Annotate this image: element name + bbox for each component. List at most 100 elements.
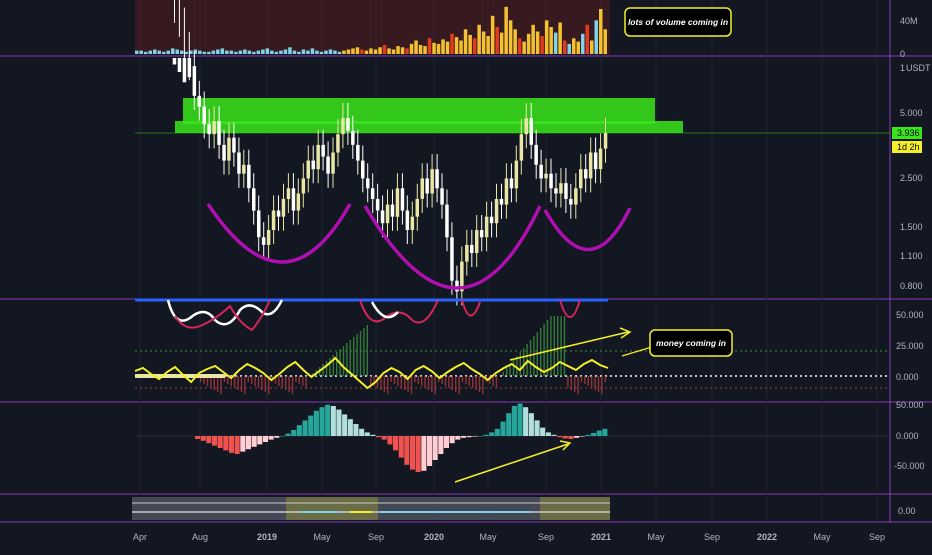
candle-body xyxy=(217,121,221,145)
money-flow-hist-bar xyxy=(370,376,372,384)
macd-bar xyxy=(245,436,251,450)
macd-bar xyxy=(398,436,404,458)
countdown-label: 1d 2h xyxy=(897,142,920,152)
trading-chart[interactable]: lots of volume coming in money coming in… xyxy=(0,0,932,550)
money-flow-hist-bar xyxy=(251,376,253,384)
candle-body xyxy=(306,160,310,179)
price-tick-2-5: 2.500 xyxy=(900,173,923,183)
money-flow-hist-bar xyxy=(244,376,246,394)
money-flow-hist-bar xyxy=(427,376,430,390)
money-flow-hist-bar xyxy=(546,320,549,376)
macd-bar xyxy=(455,436,461,440)
money-flow-hist-bar xyxy=(567,376,569,388)
volume-bar xyxy=(450,33,454,55)
volume-bar xyxy=(144,51,148,55)
macd-bar xyxy=(449,436,455,444)
volume-bar xyxy=(382,45,387,54)
money-flow-hist-bar xyxy=(353,337,355,376)
candle-body xyxy=(534,144,538,165)
volume-bar xyxy=(265,48,270,54)
money-flow-hist-bar xyxy=(217,376,219,392)
volume-bar xyxy=(526,33,531,55)
mf-tick-25: 25.000 xyxy=(896,341,924,351)
volume-bar xyxy=(166,50,170,54)
volume-bar xyxy=(337,51,342,55)
macd-bar xyxy=(262,436,268,442)
volume-bar xyxy=(504,6,508,55)
volume-bar xyxy=(436,43,441,54)
volume-bar xyxy=(549,27,553,54)
macd-bar xyxy=(279,436,285,437)
volume-bar xyxy=(324,50,328,54)
money-flow-hist-bar xyxy=(213,376,215,390)
volume-annotation[interactable]: lots of volume coming in xyxy=(624,7,732,37)
volume-bar xyxy=(576,41,580,54)
volume-bar xyxy=(162,51,166,55)
money-flow-hist-bar xyxy=(295,376,297,382)
candle-body xyxy=(544,173,548,179)
macd-bar xyxy=(206,436,212,444)
candle-body xyxy=(395,188,400,217)
volume-annotation-text: lots of volume coming in xyxy=(628,17,728,27)
price-unit-label: USDT xyxy=(906,63,931,73)
price-tick-1-1: 1.100 xyxy=(900,251,923,261)
volume-bar xyxy=(459,40,463,54)
candle-body xyxy=(385,204,390,224)
macd-tick-50: 50.000 xyxy=(896,400,924,410)
macd-bar xyxy=(364,432,370,436)
candle-body xyxy=(197,95,201,107)
macd-bar xyxy=(545,432,551,436)
money-flow-hist-bar xyxy=(495,376,498,388)
money-flow-hist-bar xyxy=(461,376,464,382)
macd-bar xyxy=(296,425,302,436)
money-flow-hist-bar xyxy=(478,376,481,392)
macd-bar xyxy=(585,434,591,436)
candle-body xyxy=(549,173,553,189)
volume-bar xyxy=(333,50,337,54)
macd-bar xyxy=(376,436,382,438)
volume-bar xyxy=(463,29,468,55)
macd-bar xyxy=(223,436,229,451)
candle-body xyxy=(410,216,415,230)
candle-body xyxy=(257,210,261,238)
macd-bar xyxy=(342,414,348,436)
candle-body xyxy=(361,160,365,179)
candle-body xyxy=(529,118,533,145)
macd-bar xyxy=(200,436,206,441)
volume-bar xyxy=(513,29,517,55)
candle-body xyxy=(286,188,291,199)
volume-bar xyxy=(508,20,513,55)
money-flow-hist-bar xyxy=(451,376,453,390)
volume-bar xyxy=(581,33,585,55)
money-flow-hist-bar xyxy=(424,376,426,388)
money-flow-hist-bar xyxy=(468,376,470,386)
volume-bar xyxy=(139,50,143,54)
candle-body xyxy=(370,188,375,199)
chart-canvas[interactable]: lots of volume coming in money coming in… xyxy=(0,0,932,550)
volume-bar xyxy=(364,50,369,54)
macd-bar xyxy=(562,436,568,439)
macd-bar xyxy=(591,433,597,436)
money-flow-hist-bar xyxy=(397,376,399,386)
volume-tick-0: 0 xyxy=(900,49,905,59)
macd-bar xyxy=(460,436,466,438)
volume-bar xyxy=(387,48,391,54)
volume-bar xyxy=(207,51,211,55)
volume-bar xyxy=(328,49,333,54)
candle-body xyxy=(405,210,410,230)
time-tick: 2021 xyxy=(591,532,611,542)
money-flow-hist-bar xyxy=(305,376,307,388)
money-flow-hist-bar xyxy=(417,376,419,384)
volume-bar xyxy=(378,47,382,55)
money-annotation[interactable]: money coming in xyxy=(649,329,733,357)
candle-body xyxy=(593,152,598,170)
volume-bar xyxy=(599,9,603,54)
candle-body xyxy=(276,210,281,217)
candle-body xyxy=(346,118,350,131)
volume-bar xyxy=(216,49,220,54)
money-flow-hist-bar xyxy=(257,376,260,388)
macd-bar xyxy=(443,436,449,448)
volume-bar xyxy=(135,50,139,54)
candle-body xyxy=(227,137,231,161)
money-flow-hist-bar xyxy=(550,316,552,376)
